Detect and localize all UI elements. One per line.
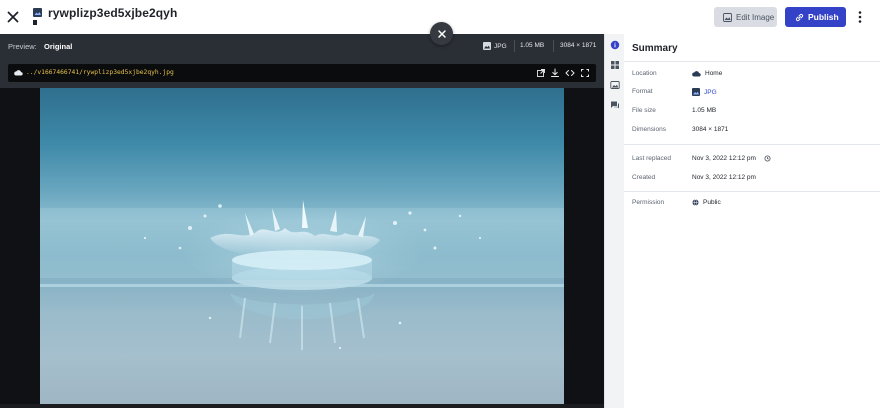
history-icon[interactable] — [764, 155, 771, 162]
preview-header: Preview: Original JPG 1.05 MB 3084 × 187… — [0, 22, 604, 58]
size-value: 1.05 MB — [520, 42, 545, 49]
side-rail — [604, 34, 624, 408]
cloud-icon — [692, 70, 701, 77]
horizontal-scrollbar[interactable] — [0, 404, 604, 408]
permission-value-wrap: Public — [692, 199, 721, 206]
last-replaced-row: Last replaced Nov 3, 2022 12:12 pm — [632, 153, 872, 167]
dimensions-label: Dimensions — [632, 126, 666, 133]
dimensions-value: 3084 × 1871 — [692, 126, 729, 133]
url-text[interactable]: ../v1667466741/rywplizp3ed5xjbe2qyh.jpg — [26, 69, 174, 76]
created-label: Created — [632, 174, 656, 181]
preview-mode[interactable]: Original — [44, 42, 72, 51]
last-replaced-wrap: Nov 3, 2022 12:12 pm — [692, 155, 771, 162]
format-value: JPG — [704, 88, 717, 96]
format-meta: JPG — [483, 42, 507, 50]
meta-divider — [553, 40, 554, 52]
publish-button[interactable]: Publish — [785, 7, 846, 27]
divider — [624, 144, 880, 145]
location-row: Location Home — [632, 68, 872, 82]
dimensions-value: 3084 × 1871 — [560, 42, 597, 49]
preview-pane: Preview: Original JPG 1.05 MB 3084 × 187… — [0, 22, 604, 408]
image-icon — [483, 42, 491, 50]
preview-image — [40, 88, 564, 404]
created-row: Created Nov 3, 2022 12:12 pm — [632, 172, 872, 186]
meta-divider — [514, 40, 515, 52]
created-value: Nov 3, 2022 12:12 pm — [692, 174, 756, 181]
grid-icon[interactable] — [610, 60, 620, 70]
comments-icon[interactable] — [610, 100, 620, 110]
divider — [624, 61, 880, 62]
info-icon[interactable] — [610, 40, 620, 50]
close-preview-button[interactable] — [430, 22, 453, 45]
dimensions-row: Dimensions 3084 × 1871 — [632, 124, 872, 138]
filesize-value: 1.05 MB — [692, 107, 717, 114]
divider — [624, 191, 880, 192]
permission-row: Permission Public — [632, 197, 872, 211]
format-value-wrap[interactable]: JPG — [692, 88, 717, 96]
publish-label: Publish — [808, 12, 839, 22]
globe-icon — [692, 199, 699, 206]
download-icon[interactable] — [550, 68, 560, 78]
summary-title: Summary — [632, 43, 678, 54]
close-icon[interactable] — [5, 9, 21, 25]
fullscreen-icon[interactable] — [580, 68, 590, 78]
code-icon[interactable] — [565, 68, 575, 78]
last-replaced-label: Last replaced — [632, 155, 672, 162]
image-icon[interactable] — [610, 80, 620, 90]
image-file-icon — [692, 88, 700, 96]
format-value: JPG — [494, 42, 507, 50]
location-label: Location — [632, 70, 657, 77]
link-icon — [795, 13, 804, 22]
location-value-wrap[interactable]: Home — [692, 70, 722, 77]
edit-image-icon — [723, 12, 732, 22]
format-row: Format JPG — [632, 86, 872, 100]
open-external-icon[interactable] — [536, 68, 546, 78]
permission-value: Public — [703, 199, 721, 206]
permission-label: Permission — [632, 199, 665, 206]
summary-panel: Summary Location Home Format JPG File si… — [624, 34, 880, 408]
filesize-label: File size — [632, 107, 656, 114]
file-title: rywplizp3ed5xjbe2qyh — [48, 6, 178, 20]
url-bar: ../v1667466741/rywplizp3ed5xjbe2qyh.jpg — [8, 64, 596, 82]
preview-label: Preview: — [8, 42, 37, 51]
location-value: Home — [705, 70, 723, 77]
last-replaced-value: Nov 3, 2022 12:12 pm — [692, 155, 756, 162]
size-meta: 1.05 MB — [520, 42, 544, 49]
image-file-icon — [33, 8, 43, 25]
more-options-icon[interactable] — [855, 10, 865, 24]
image-stage — [0, 88, 604, 408]
format-label: Format — [632, 88, 653, 95]
edit-image-label: Edit Image — [736, 12, 775, 22]
filesize-row: File size 1.05 MB — [632, 105, 872, 119]
water-splash-image — [40, 200, 564, 350]
dimensions-meta: 3084 × 1871 — [560, 42, 596, 49]
edit-image-button[interactable]: Edit Image — [714, 7, 777, 27]
cloud-icon — [14, 69, 23, 76]
close-icon — [437, 29, 446, 38]
